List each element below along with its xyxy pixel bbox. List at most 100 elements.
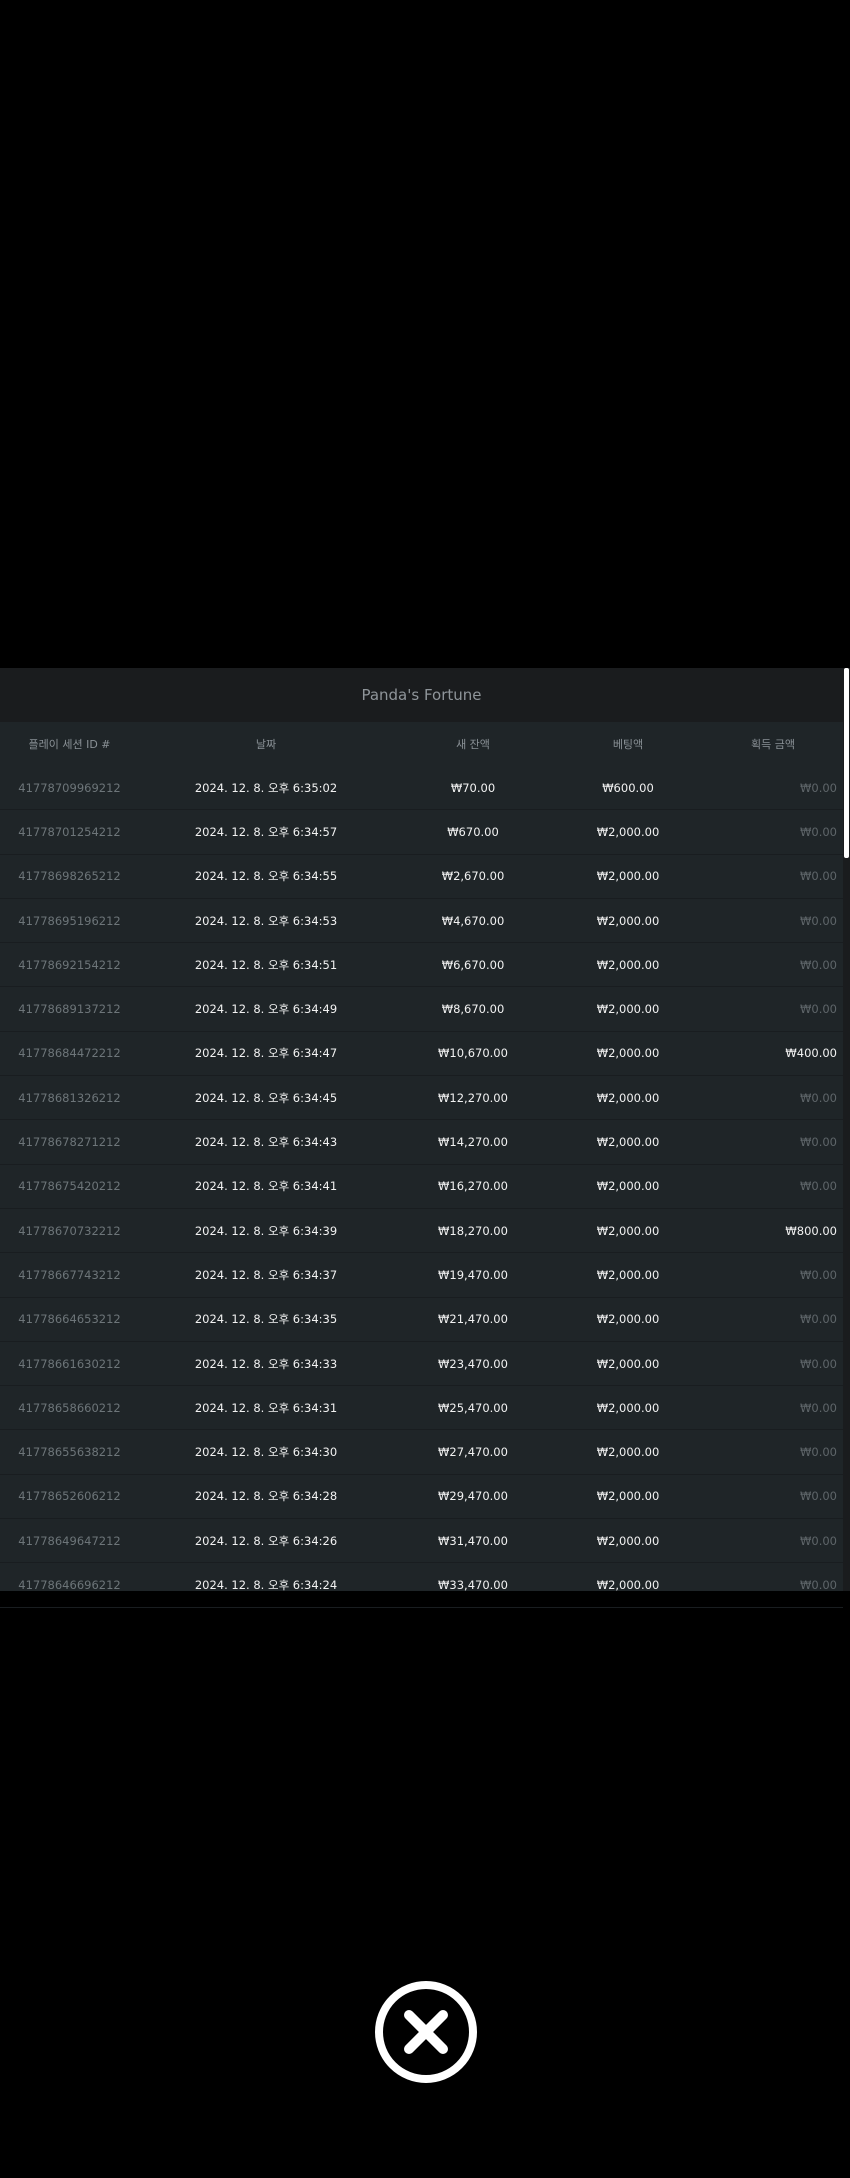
win-cell: ₩0.00: [800, 1312, 837, 1327]
session-id-cell: 41778684472212: [18, 1046, 121, 1061]
session-id-cell: 41778701254212: [18, 824, 121, 839]
table-row[interactable]: 41778670732212 2024. 12. 8. 오후 6:34:39 ₩18…: [0, 1209, 843, 1254]
close-button[interactable]: [375, 1981, 477, 2083]
table-row[interactable]: 41778689137212 2024. 12. 8. 오후 6:34:49 ₩8,…: [0, 987, 843, 1032]
session-id-cell: 41778649647212: [18, 1533, 121, 1548]
win-cell: ₩800.00: [785, 1223, 837, 1238]
scrollbar-thumb[interactable]: [844, 668, 849, 858]
balance-cell: ₩18,270.00: [438, 1223, 508, 1238]
history-panel: Panda's Fortune 플레이 세션 ID # 날짜 새 잔액 베팅액 …: [0, 668, 843, 1608]
session-id-cell: 41778670732212: [18, 1223, 121, 1238]
balance-cell: ₩14,270.00: [438, 1135, 508, 1150]
win-cell: ₩0.00: [800, 1400, 837, 1415]
table-row[interactable]: 41778692154212 2024. 12. 8. 오후 6:34:51 ₩6,…: [0, 943, 843, 988]
bet-cell: ₩2,000.00: [596, 913, 660, 928]
table-row[interactable]: 41778646696212 2024. 12. 8. 오후 6:34:24 ₩33…: [0, 1563, 843, 1608]
session-id-cell: 41778689137212: [18, 1002, 121, 1017]
win-cell: ₩0.00: [800, 1135, 837, 1150]
panel-header: Panda's Fortune: [0, 668, 843, 722]
balance-cell: ₩19,470.00: [438, 1267, 508, 1282]
bet-cell: ₩2,000.00: [596, 1445, 660, 1460]
date-cell: 2024. 12. 8. 오후 6:34:33: [194, 1356, 338, 1371]
balance-cell: ₩33,470.00: [438, 1577, 508, 1592]
column-header-session-id: 플레이 세션 ID #: [28, 738, 111, 751]
session-id-cell: 41778655638212: [18, 1445, 121, 1460]
balance-cell: ₩23,470.00: [438, 1356, 508, 1371]
table-row[interactable]: 41778667743212 2024. 12. 8. 오후 6:34:37 ₩19…: [0, 1253, 843, 1298]
session-id-cell: 41778695196212: [18, 913, 121, 928]
close-icon: [404, 2010, 448, 2054]
session-id-cell: 41778675420212: [18, 1179, 121, 1194]
date-cell: 2024. 12. 8. 오후 6:34:28: [194, 1489, 338, 1504]
table-row[interactable]: 41778701254212 2024. 12. 8. 오후 6:34:57 ₩67…: [0, 810, 843, 855]
bet-cell: ₩2,000.00: [596, 869, 660, 884]
column-header-balance: 새 잔액: [456, 738, 490, 751]
win-cell: ₩0.00: [800, 957, 837, 972]
bet-cell: ₩2,000.00: [596, 957, 660, 972]
date-cell: 2024. 12. 8. 오후 6:34:37: [194, 1267, 338, 1282]
table-row[interactable]: 41778664653212 2024. 12. 8. 오후 6:34:35 ₩21…: [0, 1298, 843, 1342]
balance-cell: ₩2,670.00: [441, 869, 505, 884]
table-header: 플레이 세션 ID # 날짜 새 잔액 베팅액 획득 금액: [0, 722, 843, 766]
win-cell: ₩0.00: [800, 1179, 837, 1194]
date-cell: 2024. 12. 8. 오후 6:34:51: [194, 957, 338, 972]
win-cell: ₩0.00: [800, 1533, 837, 1548]
bet-cell: ₩2,000.00: [596, 1046, 660, 1061]
table-row[interactable]: 41778698265212 2024. 12. 8. 오후 6:34:55 ₩2,…: [0, 855, 843, 899]
balance-cell: ₩6,670.00: [441, 957, 505, 972]
win-cell: ₩0.00: [800, 780, 837, 795]
bet-cell: ₩2,000.00: [596, 1533, 660, 1548]
date-cell: 2024. 12. 8. 오후 6:35:02: [194, 780, 338, 795]
column-header-date: 날짜: [255, 738, 277, 751]
table-row[interactable]: 41778675420212 2024. 12. 8. 오후 6:34:41 ₩16…: [0, 1165, 843, 1209]
win-cell: ₩0.00: [800, 913, 837, 928]
date-cell: 2024. 12. 8. 오후 6:34:26: [194, 1533, 338, 1548]
bet-cell: ₩2,000.00: [596, 1135, 660, 1150]
bet-cell: ₩2,000.00: [596, 1267, 660, 1282]
date-cell: 2024. 12. 8. 오후 6:34:45: [194, 1090, 338, 1105]
date-cell: 2024. 12. 8. 오후 6:34:39: [194, 1223, 338, 1238]
bet-cell: ₩2,000.00: [596, 1002, 660, 1017]
bet-cell: ₩2,000.00: [596, 1312, 660, 1327]
balance-cell: ₩29,470.00: [438, 1489, 508, 1504]
session-id-cell: 41778709969212: [18, 780, 121, 795]
table-row[interactable]: 41778652606212 2024. 12. 8. 오후 6:34:28 ₩29…: [0, 1475, 843, 1520]
bet-cell: ₩2,000.00: [596, 824, 660, 839]
win-cell: ₩0.00: [800, 824, 837, 839]
win-cell: ₩0.00: [800, 869, 837, 884]
table-row[interactable]: 41778655638212 2024. 12. 8. 오후 6:34:30 ₩27…: [0, 1430, 843, 1475]
table-row[interactable]: 41778658660212 2024. 12. 8. 오후 6:34:31 ₩25…: [0, 1386, 843, 1431]
session-id-cell: 41778661630212: [18, 1356, 121, 1371]
session-id-cell: 41778681326212: [18, 1090, 121, 1105]
date-cell: 2024. 12. 8. 오후 6:34:24: [194, 1577, 338, 1592]
session-id-cell: 41778698265212: [18, 869, 121, 884]
date-cell: 2024. 12. 8. 오후 6:34:47: [194, 1046, 338, 1061]
session-id-cell: 41778678271212: [18, 1135, 121, 1150]
date-cell: 2024. 12. 8. 오후 6:34:30: [194, 1445, 338, 1460]
session-id-cell: 41778664653212: [18, 1312, 121, 1327]
date-cell: 2024. 12. 8. 오후 6:34:41: [194, 1179, 338, 1194]
table-row[interactable]: 41778684472212 2024. 12. 8. 오후 6:34:47 ₩10…: [0, 1032, 843, 1077]
win-cell: ₩0.00: [800, 1445, 837, 1460]
balance-cell: ₩27,470.00: [438, 1445, 508, 1460]
win-cell: ₩0.00: [800, 1002, 837, 1017]
bet-cell: ₩600.00: [602, 780, 654, 795]
table-row[interactable]: 41778695196212 2024. 12. 8. 오후 6:34:53 ₩4,…: [0, 899, 843, 944]
balance-cell: ₩31,470.00: [438, 1533, 508, 1548]
bet-cell: ₩2,000.00: [596, 1400, 660, 1415]
table-body[interactable]: 41778709969212 2024. 12. 8. 오후 6:35:02 ₩70…: [0, 766, 843, 1608]
date-cell: 2024. 12. 8. 오후 6:34:35: [194, 1312, 338, 1327]
table-row[interactable]: 41778678271212 2024. 12. 8. 오후 6:34:43 ₩14…: [0, 1120, 843, 1165]
balance-cell: ₩70.00: [450, 780, 496, 795]
balance-cell: ₩8,670.00: [441, 1002, 505, 1017]
table-row[interactable]: 41778681326212 2024. 12. 8. 오후 6:34:45 ₩12…: [0, 1076, 843, 1121]
scrollbar[interactable]: [843, 668, 850, 1591]
table-row[interactable]: 41778649647212 2024. 12. 8. 오후 6:34:26 ₩31…: [0, 1519, 843, 1564]
balance-cell: ₩4,670.00: [441, 913, 505, 928]
table-row[interactable]: 41778709969212 2024. 12. 8. 오후 6:35:02 ₩70…: [0, 766, 843, 811]
table-row[interactable]: 41778661630212 2024. 12. 8. 오후 6:34:33 ₩23…: [0, 1342, 843, 1387]
date-cell: 2024. 12. 8. 오후 6:34:43: [194, 1135, 338, 1150]
bet-cell: ₩2,000.00: [596, 1223, 660, 1238]
bet-cell: ₩2,000.00: [596, 1489, 660, 1504]
win-cell: ₩400.00: [785, 1046, 837, 1061]
